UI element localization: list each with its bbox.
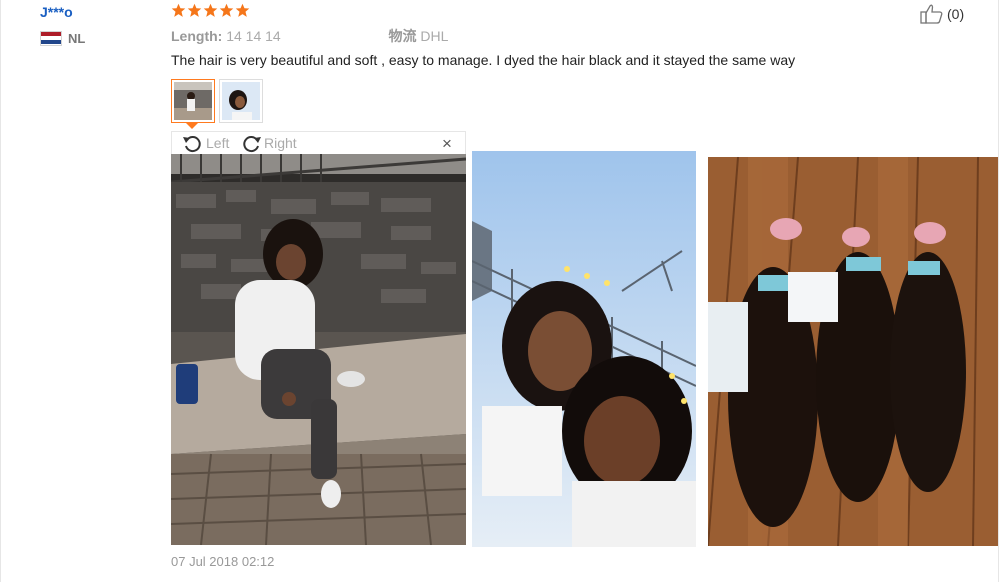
thumbs-up-icon — [920, 4, 943, 24]
thumbnail-image — [174, 82, 212, 120]
photo-viewer-toolbar: Left Right × — [171, 131, 466, 154]
length-value: 14 14 14 — [226, 28, 281, 44]
review-photo-image — [472, 151, 696, 547]
reviewer-country: NL — [40, 30, 85, 46]
rotate-right-label: Right — [264, 135, 297, 151]
star-icon — [203, 3, 218, 17]
rotate-left-icon — [183, 136, 201, 153]
thumbnail-pointer — [186, 123, 198, 129]
photo-thumbnail-2[interactable] — [219, 79, 263, 123]
star-icon — [235, 3, 250, 17]
close-viewer-button[interactable]: × — [442, 134, 452, 154]
length-label: Length: — [171, 28, 223, 44]
left-border — [0, 0, 1, 582]
rotate-left-label: Left — [206, 135, 230, 151]
netherlands-flag-icon — [40, 30, 62, 46]
review-photo-image — [708, 157, 998, 546]
shipping-value: DHL — [420, 28, 449, 44]
photo-hair-bundles[interactable] — [708, 157, 998, 546]
country-code: NL — [68, 30, 86, 46]
shipping-label: 物流 — [388, 28, 417, 44]
rotate-right-icon — [243, 136, 261, 153]
rotate-left-button[interactable]: Left — [182, 133, 229, 153]
helpful-count: (0) — [947, 6, 965, 22]
review-date: 07 Jul 2018 02:12 — [171, 554, 275, 569]
star-icon — [187, 3, 202, 17]
star-rating — [171, 3, 250, 18]
photo-selfie[interactable] — [472, 151, 696, 547]
photo-thumbnail-1[interactable] — [171, 79, 215, 123]
thumbnail-image — [222, 82, 260, 120]
helpful-button[interactable]: (0) — [920, 4, 964, 24]
review-text: The hair is very beautiful and soft , ea… — [171, 52, 796, 68]
star-icon — [171, 3, 186, 17]
review-photo-image — [171, 154, 466, 545]
order-attributes: Length: 14 14 14 物流 DHL — [171, 26, 448, 46]
photo-woman-on-bench[interactable] — [171, 154, 466, 545]
rotate-right-button[interactable]: Right — [240, 133, 297, 153]
star-icon — [219, 3, 234, 17]
right-border — [998, 0, 999, 582]
reviewer-name[interactable]: J***o — [40, 4, 73, 20]
